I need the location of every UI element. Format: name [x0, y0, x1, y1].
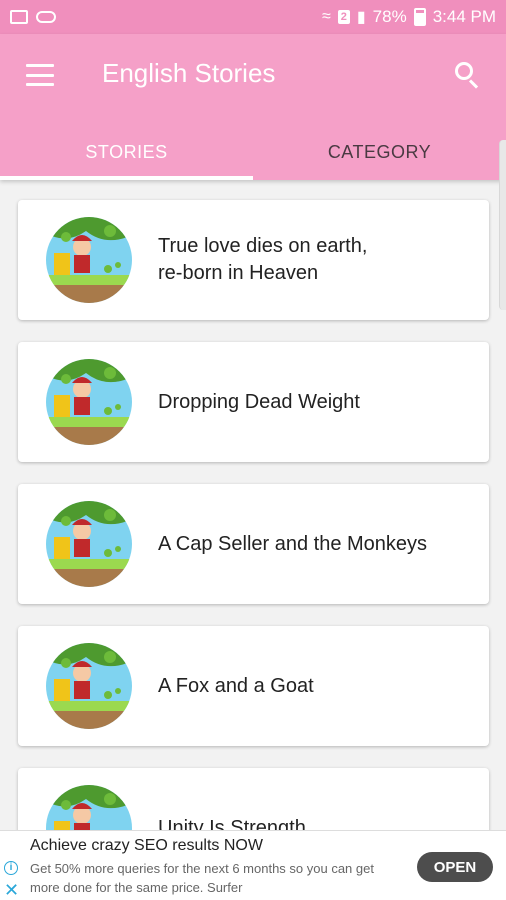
- cloud-notification-icon: [36, 11, 56, 23]
- ad-title: Achieve crazy SEO results NOW: [30, 837, 263, 854]
- story-thumbnail: [46, 785, 132, 830]
- tab-category[interactable]: CATEGORY: [253, 124, 506, 180]
- story-card[interactable]: A Fox and a Goat: [18, 626, 489, 746]
- app-title: English Stories: [102, 58, 276, 88]
- ad-close-icon[interactable]: ✕: [4, 881, 19, 899]
- story-card[interactable]: Dropping Dead Weight: [18, 342, 489, 462]
- status-bar: ≈ 2 ▮ 78% 3:44 PM: [0, 0, 506, 34]
- story-card[interactable]: Unity Is Strength: [18, 768, 489, 830]
- story-title-line: Unity Is Strength: [158, 816, 306, 831]
- story-card[interactable]: True love dies on earth, re-born in Heav…: [18, 200, 489, 320]
- ad-info-icon[interactable]: i: [4, 861, 18, 875]
- search-icon[interactable]: [455, 62, 481, 89]
- sim-badge: 2: [337, 10, 350, 24]
- story-thumbnail: [46, 217, 132, 303]
- story-card[interactable]: A Cap Seller and the Monkeys: [18, 484, 489, 604]
- ad-body: Get 50% more queries for the next 6 mont…: [30, 861, 374, 895]
- wifi-icon: ≈: [321, 8, 331, 25]
- signal-icon: ▮: [356, 9, 366, 26]
- ad-open-button[interactable]: OPEN: [417, 852, 493, 882]
- app-bar: English Stories STORIES CATEGORY: [0, 34, 506, 180]
- clock: 3:44 PM: [432, 7, 496, 26]
- battery-icon: [413, 8, 426, 26]
- story-title-line: A Fox and a Goat: [158, 674, 314, 697]
- gallery-notification-icon: [10, 10, 28, 24]
- tab-stories[interactable]: STORIES: [0, 124, 253, 180]
- menu-icon[interactable]: [26, 64, 54, 86]
- story-list: True love dies on earth, re-born in Heav…: [0, 180, 506, 830]
- story-title-line: re-born in Heaven: [158, 262, 319, 284]
- story-title-line: A Cap Seller and the Monkeys: [158, 532, 428, 555]
- story-thumbnail: [46, 643, 132, 729]
- story-title-line: Dropping Dead Weight: [158, 390, 360, 413]
- tab-bar: STORIES CATEGORY: [0, 124, 506, 180]
- story-thumbnail: [46, 359, 132, 445]
- battery-percent: 78%: [372, 7, 407, 26]
- story-title-line: True love dies on earth,: [158, 235, 368, 257]
- ad-banner[interactable]: i ✕ Achieve crazy SEO results NOW Get 50…: [0, 830, 506, 900]
- story-thumbnail: [46, 501, 132, 587]
